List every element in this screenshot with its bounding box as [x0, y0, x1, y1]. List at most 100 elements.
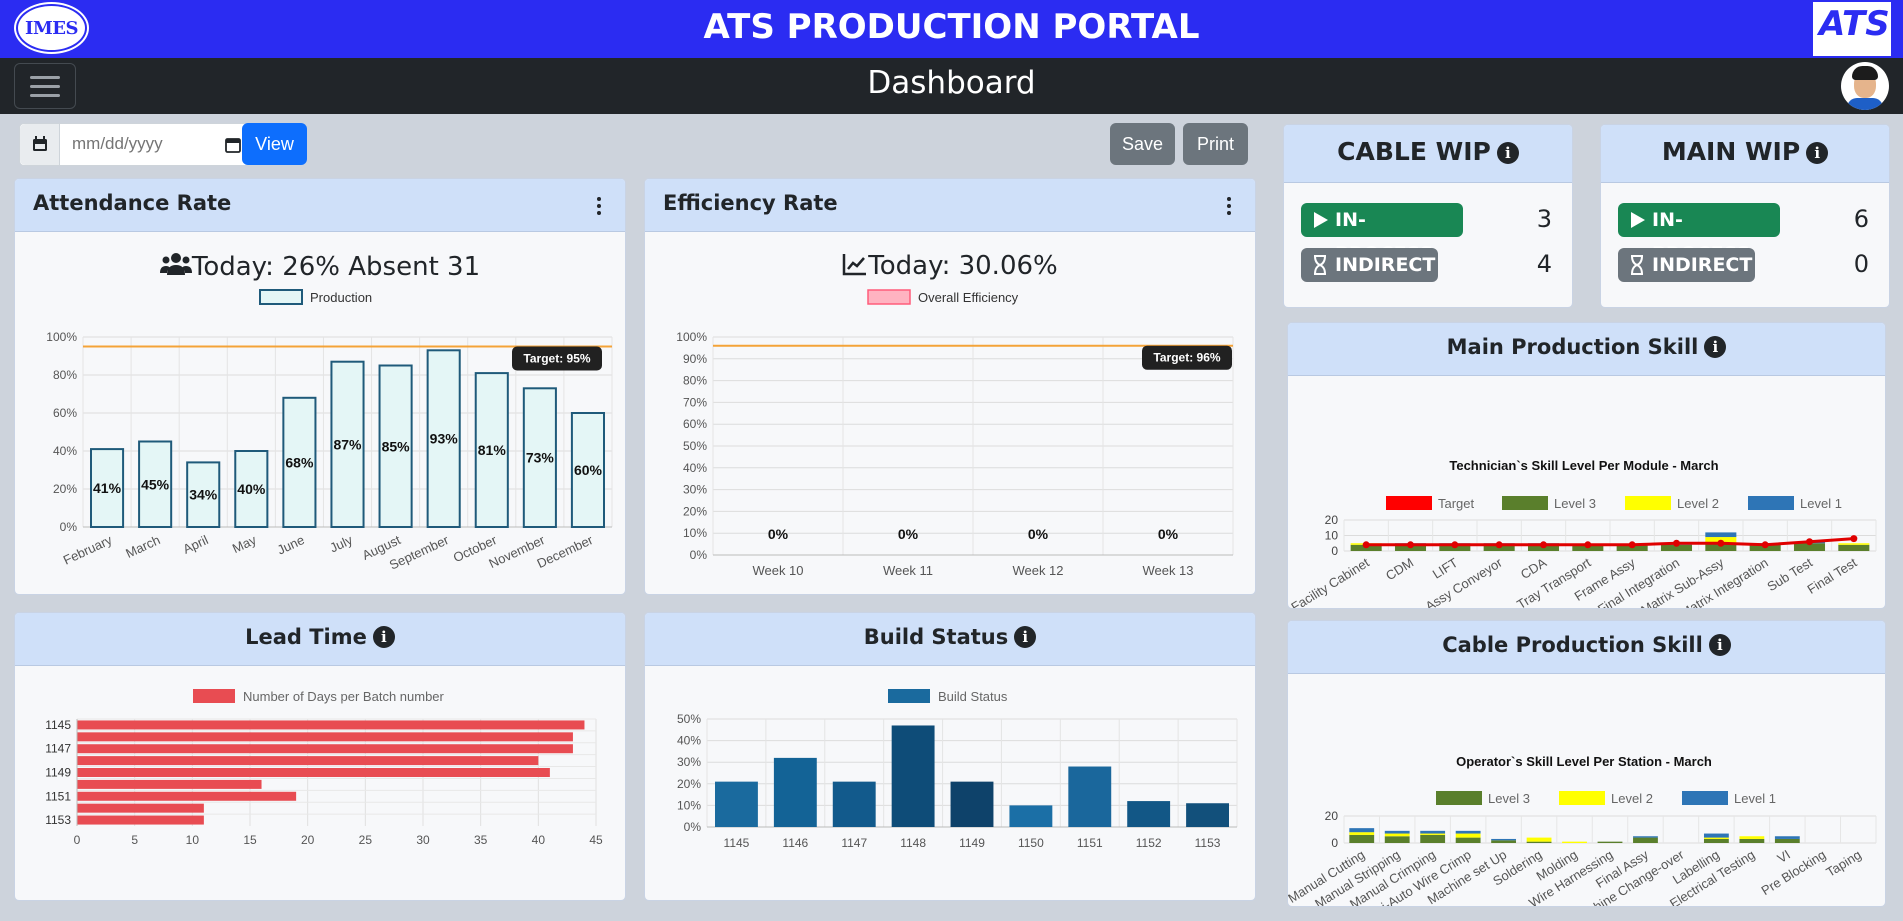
x-tick-label: Week 13 [1142, 563, 1193, 578]
build-status-title-row: Build Status i [645, 625, 1255, 649]
x-tick-label: Assy Conveyor [1423, 554, 1506, 609]
chart-line-icon [843, 254, 867, 276]
build-status-bar [715, 781, 758, 827]
calendar-picker-icon[interactable] [224, 136, 242, 154]
cable-wip-header: CABLE WIP i [1284, 125, 1572, 183]
build-status-bar [773, 757, 817, 827]
skill-bar-level-3 [1838, 544, 1870, 551]
y-tick-label: 1147 [45, 742, 71, 756]
x-tick-label: 20 [301, 833, 315, 847]
lead-time-bar [77, 732, 573, 742]
legend-label: Level 1 [1734, 791, 1776, 806]
legend-label: Level 3 [1488, 791, 1530, 806]
legend-swatch-production [259, 289, 303, 305]
y-tick-label: 0 [1331, 544, 1338, 558]
legend-swatch [1436, 791, 1482, 805]
y-tick-label: 20 [1325, 513, 1339, 527]
main-indirect-label: INDIRECT [1652, 254, 1753, 276]
skill-bar-level-2 [1703, 837, 1729, 839]
legend-label: Target [1438, 496, 1475, 511]
x-tick-label: 40 [532, 833, 546, 847]
build-status-bar [891, 725, 935, 827]
y-tick-label: 40% [683, 461, 707, 475]
bar-data-label: 60% [574, 462, 603, 478]
main-indirect-badge[interactable]: INDIRECT [1618, 248, 1755, 282]
info-icon[interactable]: i [1704, 336, 1727, 358]
legend-swatch [1748, 496, 1794, 510]
build-status-bar [832, 781, 876, 827]
info-icon[interactable]: i [1014, 626, 1037, 648]
y-tick-label: 50% [683, 439, 707, 453]
target-point [1495, 541, 1503, 549]
skill-bar-level-3 [1633, 837, 1658, 843]
target-point [1673, 539, 1680, 547]
x-tick-label: April [181, 532, 211, 557]
main-skill-card: Main Production Skill i Technician`s Skil… [1287, 322, 1886, 609]
target-point [1407, 541, 1414, 549]
attendance-headline: Today: 26% Absent 31 [15, 251, 625, 282]
skill-bar-level-1 [1633, 836, 1658, 838]
skill-bar-level-3 [1774, 838, 1800, 843]
target-point [1761, 541, 1769, 549]
skill-bar-level-2 [1838, 543, 1870, 545]
cable-indirect-badge[interactable]: INDIRECT [1301, 248, 1438, 282]
info-icon[interactable]: i [1496, 142, 1519, 164]
y-tick-label: 70% [683, 395, 707, 409]
chart-title: Technician`s Skill Level Per Module - Ma… [1449, 458, 1718, 473]
build-status-bar [1127, 801, 1171, 827]
main-in-process-count: 6 [1853, 205, 1869, 233]
info-icon[interactable]: i [1708, 634, 1731, 656]
view-button[interactable]: View [242, 123, 307, 165]
build-status-bar [1009, 805, 1053, 827]
x-tick-label: 25 [359, 833, 373, 847]
x-tick-label: July [327, 532, 355, 556]
attendance-card: Attendance Rate Today: 26% Absent 31 Pro… [14, 178, 626, 595]
info-icon[interactable]: i [372, 626, 395, 648]
bar-data-label: 68% [285, 454, 314, 470]
skill-bar-level-3 [1420, 834, 1446, 843]
y-tick-label: 50% [677, 712, 701, 726]
build-status-bar [1068, 766, 1112, 827]
chart-title: Operator`s Skill Level Per Station - Mar… [1456, 754, 1712, 769]
date-input[interactable] [72, 132, 242, 156]
legend-swatch [1559, 791, 1605, 805]
bar-data-label: 0% [898, 526, 919, 542]
x-tick-label: 1146 [782, 836, 808, 850]
y-tick-label: 40% [677, 734, 701, 748]
main-wip-card: MAIN WIPi IN-PROCESS 6 INDIRECT 0 [1600, 124, 1890, 308]
hourglass-icon [1631, 255, 1643, 275]
y-tick-label: 1149 [45, 766, 71, 780]
main-wip-title: MAIN WIP [1661, 137, 1801, 166]
attendance-chart: Production 0% 20% 40% 60% 80% 100% 41% February 4… [46, 289, 613, 573]
cable-wip-title: CABLE WIP [1337, 137, 1491, 166]
x-tick-label: 1151 [1077, 836, 1103, 850]
legend-label: Overall Efficiency [918, 290, 1019, 305]
build-status-title: Build Status [863, 625, 1009, 649]
main-in-process-badge[interactable]: IN-PROCESS [1618, 203, 1780, 265]
main-skill-header: Main Production Skill i [1288, 323, 1885, 376]
print-button[interactable]: Print [1183, 123, 1248, 165]
skill-bar-level-1 [1703, 833, 1729, 838]
skill-bar-level-1 [1774, 836, 1800, 839]
skill-bar-level-1 [1384, 830, 1410, 834]
hourglass-icon [1314, 255, 1326, 275]
legend-label: Level 2 [1611, 791, 1653, 806]
y-tick-label: 0% [684, 820, 702, 834]
user-avatar[interactable] [1841, 62, 1889, 110]
y-tick-label: 90% [683, 352, 707, 366]
y-tick-label: 30% [677, 755, 701, 769]
kebab-menu-icon[interactable] [597, 197, 601, 215]
bar-data-label: 34% [189, 487, 218, 503]
ats-logo[interactable]: ATS [1813, 2, 1891, 56]
save-button[interactable]: Save [1110, 123, 1175, 165]
cable-in-process-badge[interactable]: IN-PROCESS [1301, 203, 1463, 265]
lead-time-card: Lead Time i Number of Days per Batch numb… [14, 612, 626, 901]
kebab-menu-icon[interactable] [1227, 197, 1231, 215]
x-tick-label: CDA [1518, 555, 1550, 582]
lead-time-bar [77, 744, 573, 754]
info-icon[interactable]: i [1806, 142, 1829, 164]
skill-bar-level-1 [1705, 532, 1737, 538]
y-tick-label: 80% [53, 368, 77, 382]
main-wip-header: MAIN WIP i [1601, 125, 1889, 183]
x-tick-label: 1149 [959, 836, 985, 850]
